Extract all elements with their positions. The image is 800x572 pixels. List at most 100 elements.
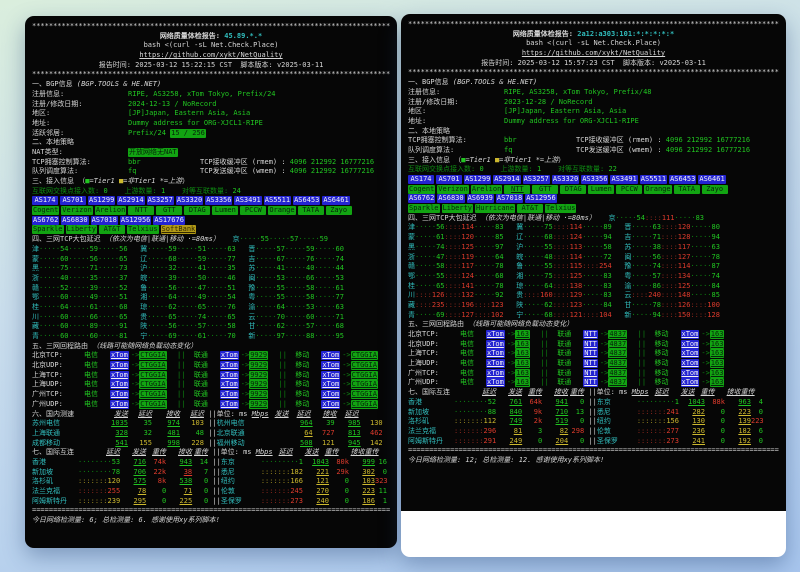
terminal-text: 125 bbox=[461, 243, 474, 251]
terminal-text: 182 bbox=[290, 468, 303, 476]
terminal-text: 519 bbox=[542, 417, 568, 427]
terminal-text: 注册/修改日期: bbox=[408, 98, 504, 108]
terminal-text: 苏 bbox=[236, 264, 256, 272]
terminal-text: ····· bbox=[69, 274, 90, 282]
city-name: 香港 bbox=[32, 458, 78, 468]
terminal-text: 53 bbox=[112, 458, 120, 466]
terminal-text: 渝 bbox=[612, 282, 632, 290]
terminal-text: 黑 bbox=[32, 264, 39, 272]
terminal-text: 228 bbox=[180, 439, 204, 449]
latency-row: 川::::126::::132·····92 贵::::160::::129··… bbox=[408, 291, 779, 301]
left-terminal-window[interactable]: ****************************************… bbox=[25, 16, 397, 548]
terminal-text: 0 bbox=[705, 437, 725, 447]
terminal-text: 蒙 bbox=[32, 255, 39, 263]
terminal-text: ····· bbox=[285, 284, 306, 292]
terminal-text: ····· bbox=[314, 274, 335, 282]
terminal-text: 134 bbox=[678, 272, 691, 280]
terminal-text: -> bbox=[241, 351, 249, 359]
terminal-text: 七、国际互连 bbox=[408, 388, 466, 398]
terminal-text: 队列调度算法: bbox=[408, 146, 504, 156]
terminal-text: 142 bbox=[361, 439, 383, 449]
terminal-text: ::::::: bbox=[637, 437, 667, 445]
terminal-text: 延迟 bbox=[466, 388, 496, 398]
terminal-text: 上海TCP: bbox=[408, 349, 460, 359]
terminal-text: 710 bbox=[542, 408, 568, 418]
route-row: 上海TCP: 电信xTom->163 || 联通NTT->4837 || 移动x… bbox=[408, 349, 779, 359]
route-hop-badge: NTT bbox=[583, 369, 598, 378]
right-terminal-window[interactable]: ****************************************… bbox=[401, 14, 786, 557]
terminal-text: ····· bbox=[98, 322, 119, 330]
terminal-text: :::: bbox=[661, 262, 678, 270]
kv-line: 注册/修改日期: 2023-12-28 / NoRecord bbox=[408, 98, 779, 108]
terminal-text: 0 bbox=[568, 437, 584, 447]
terminal-text: ····· bbox=[415, 311, 436, 319]
terminal-text: ····· bbox=[582, 301, 603, 309]
latency-row: 青·····69::::127::::102 宁·····68::::121::… bbox=[408, 311, 779, 321]
terminal-text: :::: bbox=[523, 291, 540, 299]
report-link[interactable]: https://github.com/xykt/NetQuality bbox=[139, 51, 282, 59]
terminal-text: 84 bbox=[603, 301, 611, 309]
kv-line: TCP拥塞控制算法: bbrTCP接收缓冲区 (rmem) : 4096 212… bbox=[408, 136, 779, 146]
route-hop-badge: 4837 bbox=[608, 340, 627, 349]
terminal-text: 单位: ms bbox=[217, 410, 252, 418]
terminal-text: 55 bbox=[544, 243, 552, 251]
as-badge: AS17676 bbox=[153, 216, 185, 225]
terminal-text: 移动 bbox=[295, 390, 321, 400]
terminal-text: 130 bbox=[361, 419, 383, 429]
terminal-text: Mbps bbox=[252, 410, 269, 418]
route-row: 广州UDP: 电信xTom->CTGGIA || 联通xTom->9929 ||… bbox=[32, 400, 390, 410]
separator: ========================================… bbox=[32, 506, 390, 516]
terminal-text: || bbox=[584, 437, 597, 445]
terminal-text: 发送 bbox=[102, 410, 128, 420]
terminal-text: 124 bbox=[461, 272, 474, 280]
terminal-text: ····· bbox=[631, 301, 652, 309]
terminal-text: 11 bbox=[375, 487, 387, 497]
terminal-text: 二、本地策略 bbox=[32, 138, 74, 146]
route-hop-badge: CTGGIA bbox=[351, 390, 378, 399]
terminal-text: ····· bbox=[285, 303, 306, 311]
terminal-text: :::: bbox=[661, 233, 678, 241]
kv-line: 地址: Dummy address for ORG-XJCL1-RIPE bbox=[32, 119, 390, 129]
terminal-text: -> bbox=[701, 349, 709, 357]
terminal-text: -> bbox=[701, 378, 709, 386]
terminal-text: 9k bbox=[522, 408, 542, 418]
terminal-text: || bbox=[208, 448, 221, 456]
terminal-text: ····· bbox=[415, 243, 436, 251]
terminal-text: 68 bbox=[168, 255, 176, 263]
terminal-text: ····· bbox=[690, 223, 711, 231]
route-hop-badge: 163 bbox=[710, 378, 725, 387]
speed-row: 成都移动541155998228 ||福州移动508121945142 bbox=[32, 439, 390, 449]
terminal-text: 桂 bbox=[408, 282, 415, 290]
terminal-text: 80k bbox=[329, 458, 349, 468]
terminal-text: 移动 bbox=[655, 359, 681, 369]
latency-row: 青·····60·····60·····81 宁·····69·····61··… bbox=[32, 332, 390, 342]
terminal-text: -> bbox=[600, 359, 608, 367]
terminal-text: 120 bbox=[108, 477, 121, 485]
terminal-text: 37 bbox=[119, 274, 127, 282]
terminal-text: RIPE, AS3258, xTom Tokyo, Prefix/48 bbox=[504, 88, 652, 96]
terminal-text: 延迟 bbox=[180, 410, 204, 420]
terminal-text: || bbox=[584, 417, 597, 425]
isp-badge-row: SparkleLibertyHurricaneAT&TTelxius bbox=[408, 204, 779, 214]
as-badge: AS6762 bbox=[408, 194, 435, 203]
report-meta: 报告时间: 2025-03-12 15:22:15 CST 脚本版本: v202… bbox=[32, 61, 390, 71]
terminal-text: 150 bbox=[678, 311, 691, 319]
terminal-text: 电信 bbox=[84, 351, 110, 361]
report-link[interactable]: https://github.com/xykt/NetQuality bbox=[522, 49, 665, 57]
terminal-text: ····· bbox=[177, 322, 198, 330]
terminal-text: ::::::: bbox=[454, 417, 484, 425]
terminal-text: 51 bbox=[119, 293, 127, 301]
route-hop-badge: xTom bbox=[486, 330, 505, 339]
terminal-text: 四、三网TCP大包延迟 bbox=[32, 235, 105, 243]
terminal-text: 123 bbox=[491, 301, 504, 309]
terminal-text: 联通 bbox=[194, 390, 220, 400]
terminal-text: ::::::: bbox=[637, 417, 667, 425]
terminal-text: [JP]Japan, Eastern Asia, Asia bbox=[128, 109, 250, 117]
route-hop-badge: 163 bbox=[710, 330, 725, 339]
terminal-text: 新 bbox=[612, 311, 632, 319]
terminal-text: :::: bbox=[553, 291, 570, 299]
terminal-text: 46 bbox=[227, 274, 235, 282]
latency-heading: 四、三网TCP大包延迟 （依次为电信|联通|移动 ·=80ms） 京·····5… bbox=[32, 235, 390, 245]
route-hop-badge: xTom bbox=[681, 378, 700, 387]
terminal-text: 74k bbox=[146, 458, 166, 468]
